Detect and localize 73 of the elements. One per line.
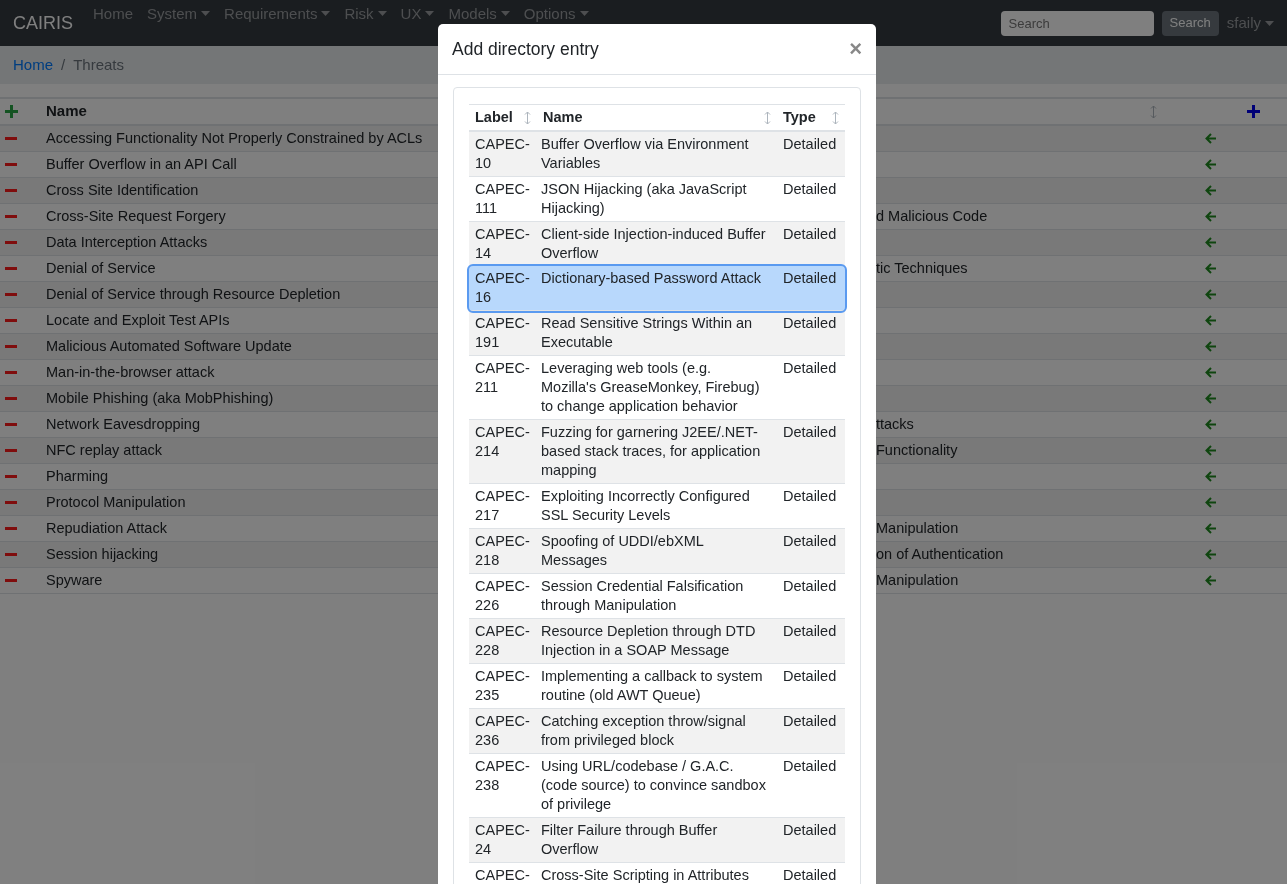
table-cell: Fuzzing for garnering J2EE/.NET-based stack traces, for application mapping <box>537 419 777 484</box>
breadcrumb-separator: / <box>61 54 66 75</box>
table-cell-text: d Malicious Code <box>876 206 988 226</box>
table-cell: CAPEC-10 <box>469 131 537 177</box>
table-cell: Detailed <box>777 483 845 529</box>
table-cell-text: Mobile Phishing (aka MobPhishing) <box>46 388 274 408</box>
table-cell: Session Credential Falsification through Manipulation <box>537 573 777 619</box>
table-cell: Client-side Injection-induced Buffer Overflow <box>537 221 777 266</box>
table-cell-text: Cross-Site Request Forgery <box>46 206 226 226</box>
table-cell: Detailed <box>777 618 845 664</box>
table-cell: Detailed <box>777 708 845 754</box>
table-cell: CAPEC-236 <box>469 708 537 754</box>
table-cell-text: Manipulation <box>876 570 959 590</box>
table-cell: Spoofing of UDDI/ebXML Messages <box>537 528 777 574</box>
table-cell: CAPEC-226 <box>469 573 537 619</box>
modal-title: Add directory entry <box>452 37 599 61</box>
table-cell: Resource Depletion through DTD Injection in a SOAP Message <box>537 618 777 664</box>
table-cell: Detailed <box>777 266 845 311</box>
table-cell: Exploiting Incorrectly Configured SSL Security Levels <box>537 483 777 529</box>
table-cell-text: Malicious Automated Software Update <box>46 336 292 356</box>
table-cell: Buffer Overflow via Environment Variables <box>537 131 777 177</box>
table-cell-text: on of Authentication <box>876 544 1004 564</box>
table-cell: CAPEC-111 <box>469 176 537 222</box>
table-cell: Leveraging web tools (e.g. Mozilla's GreaseMonkey, Firebug) to change application behavior <box>537 355 777 420</box>
table-cell: CAPEC-16 <box>469 266 537 311</box>
table-cell: Catching exception throw/signal from privileged block <box>537 708 777 754</box>
table-cell: Detailed <box>777 355 845 420</box>
table-cell: CAPEC-218 <box>469 528 537 574</box>
table-cell-text: Cross Site Identification <box>46 180 199 200</box>
table-cell: CAPEC- <box>469 862 537 884</box>
table-cell-text: ttacks <box>876 414 914 434</box>
breadcrumb-current: Threats <box>73 54 125 75</box>
table-cell: Detailed <box>777 663 845 709</box>
table-cell: JSON Hijacking (aka JavaScript Hijacking) <box>537 176 777 222</box>
table-cell: Dictionary-based Password Attack <box>537 266 777 311</box>
table-cell-text: Functionality <box>876 440 958 460</box>
table-cell-text: Session hijacking <box>46 544 159 564</box>
table-cell-text: Protocol Manipulation <box>46 492 186 512</box>
table-cell-text: tic Techniques <box>876 258 968 278</box>
table-cell: Detailed <box>777 862 845 884</box>
table-cell: CAPEC-211 <box>469 355 537 420</box>
table-cell: CAPEC-217 <box>469 483 537 529</box>
table-cell-text: Denial of Service <box>46 258 156 278</box>
table-cell-text: Locate and Exploit Test APIs <box>46 310 230 330</box>
table-cell: Cross-Site Scripting in Attributes <box>537 862 777 884</box>
table-cell: Detailed <box>777 573 845 619</box>
table-cell: Implementing a callback to system routine (old AWT Queue) <box>537 663 777 709</box>
table-cell: Detailed <box>777 221 845 266</box>
table-cell: CAPEC-214 <box>469 419 537 484</box>
table-cell: Detailed <box>777 176 845 222</box>
table-cell: CAPEC-238 <box>469 753 537 818</box>
table-cell-text: Data Interception Attacks <box>46 232 208 252</box>
table-cell: Detailed <box>777 131 845 177</box>
table-cell: Detailed <box>777 817 845 863</box>
table-cell-text: Spyware <box>46 570 103 590</box>
table-cell: Detailed <box>777 419 845 484</box>
table-cell: Detailed <box>777 528 845 574</box>
table-cell: CAPEC-24 <box>469 817 537 863</box>
table-cell-text: Manipulation <box>876 518 959 538</box>
table-cell-text: Repudiation Attack <box>46 518 167 538</box>
table-cell-text: Pharming <box>46 466 109 486</box>
table-cell-text: Network Eavesdropping <box>46 414 200 434</box>
table-cell-text: Man-in-the-browser attack <box>46 362 215 382</box>
table-cell: Filter Failure through Buffer Overflow <box>537 817 777 863</box>
table-cell: CAPEC-14 <box>469 221 537 266</box>
table-cell: Detailed <box>777 753 845 818</box>
table-cell-text: Accessing Functionality Not Properly Constrained by ACLs <box>46 128 423 148</box>
table-cell: CAPEC-228 <box>469 618 537 664</box>
table-cell-text: NFC replay attack <box>46 440 163 460</box>
table-cell: CAPEC-235 <box>469 663 537 709</box>
table-cell-text: Buffer Overflow in an API Call <box>46 154 237 174</box>
table-cell-text: Denial of Service through Resource Depletion <box>46 284 341 304</box>
table-cell: Using URL/codebase / G.A.C. (code source) to convince sandbox of privilege <box>537 753 777 818</box>
